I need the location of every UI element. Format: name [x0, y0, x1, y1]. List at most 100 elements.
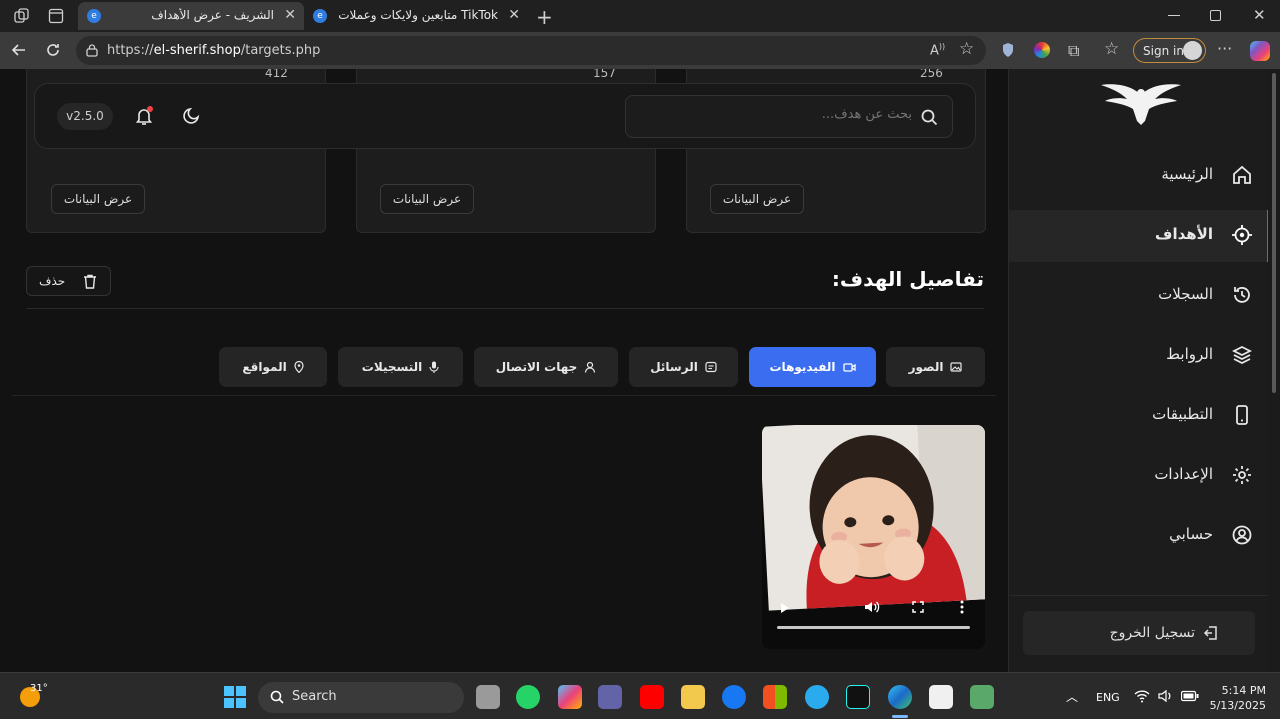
site-favicon-icon: e	[313, 9, 327, 23]
teams-icon[interactable]	[598, 685, 622, 709]
tiktok-icon[interactable]	[846, 685, 870, 709]
location-icon	[294, 361, 304, 373]
speaker-icon[interactable]	[1158, 689, 1174, 703]
contact-icon	[584, 361, 596, 373]
gear-icon	[1231, 464, 1253, 486]
tab-recordings[interactable]: التسجيلات	[338, 347, 463, 387]
favorite-star-icon[interactable]: ☆	[959, 39, 974, 59]
youtube-icon[interactable]	[640, 685, 664, 709]
sidebar: الرئيسية الأهداف السجلات الروابط التطبيق…	[1008, 69, 1270, 672]
close-tab-icon[interactable]: ✕	[284, 7, 296, 23]
minimize-icon[interactable]	[1168, 15, 1180, 16]
mic-icon	[429, 361, 439, 373]
version-badge: v2.5.0	[57, 103, 113, 130]
sidebar-item-apps[interactable]: التطبيقات	[1009, 390, 1269, 442]
lock-icon[interactable]	[85, 43, 99, 57]
tab-images[interactable]: الصور	[886, 347, 985, 387]
new-tab-icon[interactable]: +	[536, 5, 553, 29]
task-view-icon[interactable]	[476, 685, 500, 709]
scrollbar-thumb[interactable]	[1272, 73, 1276, 393]
dark-mode-moon-icon[interactable]	[183, 106, 201, 124]
layers-icon	[1231, 344, 1253, 366]
restore-icon[interactable]	[1210, 10, 1221, 21]
color-extension-icon[interactable]	[1034, 42, 1050, 58]
tab-locations[interactable]: المواقع	[219, 347, 327, 387]
extensions-icon[interactable]: ⧉	[1068, 41, 1079, 61]
sidebar-item-logs[interactable]: السجلات	[1009, 270, 1269, 322]
logout-button[interactable]: تسجيل الخروج	[1023, 611, 1255, 655]
eagle-logo	[1101, 81, 1181, 125]
sidebar-item-settings[interactable]: الإعدادات	[1009, 450, 1269, 502]
windows-start-icon[interactable]	[224, 686, 246, 708]
sidebar-item-home[interactable]: الرئيسية	[1009, 150, 1269, 202]
workspaces-icon[interactable]	[14, 8, 30, 24]
back-icon[interactable]	[10, 41, 28, 59]
tab-videos[interactable]: الفيديوهات	[749, 347, 876, 387]
wifi-icon[interactable]	[1134, 689, 1150, 703]
delete-target-button[interactable]: حذف	[26, 266, 111, 296]
url-bar[interactable]: https://el-sherif.shop/targets.php A)) ☆	[76, 36, 986, 65]
video-controls	[762, 589, 985, 649]
target-details-title: تفاصيل الهدف:	[831, 267, 984, 291]
view-data-button[interactable]: عرض البيانات	[51, 184, 145, 214]
tab-actions-icon[interactable]	[48, 8, 64, 24]
address-toolbar: https://el-sherif.shop/targets.php A)) ☆…	[0, 32, 1280, 69]
browser-tab[interactable]: e TikTok متابعين ولايكات وعملات مجاناً ✕	[304, 2, 528, 30]
more-menu-icon[interactable]: ···	[1217, 39, 1232, 58]
tab-messages[interactable]: الرسائل	[629, 347, 738, 387]
whatsapp-icon[interactable]	[516, 685, 540, 709]
sidebar-item-links[interactable]: الروابط	[1009, 330, 1269, 382]
play-icon[interactable]	[780, 602, 790, 614]
history-icon	[1231, 284, 1253, 306]
search-icon	[270, 690, 284, 704]
target-search-box[interactable]	[625, 95, 953, 138]
windows-taskbar: 31° Search ︿ ENG 5:14 PM 5/13/2025	[0, 672, 1280, 719]
page-scrollbar[interactable]	[1268, 69, 1280, 672]
video-player[interactable]	[762, 425, 985, 649]
refresh-icon[interactable]	[44, 41, 62, 59]
facebook-icon[interactable]	[722, 685, 746, 709]
sidebar-item-account[interactable]: حسابي	[1009, 510, 1269, 562]
video-progress-bar[interactable]	[777, 626, 970, 629]
target-icon	[1231, 224, 1253, 246]
delete-label: حذف	[39, 274, 66, 288]
notification-bell-icon[interactable]	[135, 106, 153, 126]
volume-icon[interactable]	[864, 600, 880, 614]
read-aloud-icon[interactable]: A))	[930, 42, 945, 58]
url-text: https://el-sherif.shop/targets.php	[107, 43, 321, 58]
card-count: 256	[920, 69, 943, 80]
file-explorer-icon[interactable]	[681, 685, 705, 709]
phone-icon	[1231, 404, 1253, 426]
microsoft-store-icon[interactable]	[763, 685, 787, 709]
shield-icon[interactable]	[1001, 42, 1015, 58]
sidebar-item-targets[interactable]: الأهداف	[1009, 210, 1270, 262]
trash-icon	[83, 274, 97, 289]
fullscreen-icon[interactable]	[912, 601, 924, 613]
avatar	[1183, 41, 1202, 60]
view-data-button[interactable]: عرض البيانات	[380, 184, 474, 214]
close-tab-icon[interactable]: ✕	[508, 7, 520, 23]
language-indicator[interactable]: ENG	[1096, 691, 1120, 704]
taskbar-search[interactable]: Search	[258, 682, 464, 713]
telegram-icon[interactable]	[805, 685, 829, 709]
video-more-icon[interactable]	[960, 599, 964, 615]
tab-title: TikTok متابعين ولايكات وعملات مجاناً	[336, 8, 498, 22]
system-clock[interactable]: 5:14 PM 5/13/2025	[1210, 683, 1266, 713]
sign-in-button[interactable]: Sign in	[1133, 38, 1206, 63]
browser-tab-active[interactable]: e الشريف - عرض الأهداف ✕	[78, 2, 304, 30]
weather-temp: 31°	[30, 683, 48, 694]
network-app-icon[interactable]	[970, 685, 994, 709]
view-data-button[interactable]: عرض البيانات	[710, 184, 804, 214]
wps-icon[interactable]	[929, 685, 953, 709]
tab-contacts[interactable]: جهات الاتصال	[474, 347, 618, 387]
edge-icon[interactable]	[888, 685, 912, 709]
copilot-app-icon[interactable]	[558, 685, 582, 709]
battery-icon[interactable]	[1181, 690, 1199, 702]
search-input[interactable]	[636, 107, 912, 122]
close-window-icon[interactable]: ✕	[1253, 6, 1266, 24]
video-icon	[842, 361, 856, 373]
favorites-icon[interactable]: ☆	[1104, 39, 1119, 59]
user-circle-icon	[1231, 524, 1253, 546]
chevron-up-icon[interactable]: ︿	[1066, 688, 1078, 705]
copilot-icon[interactable]	[1250, 41, 1270, 61]
